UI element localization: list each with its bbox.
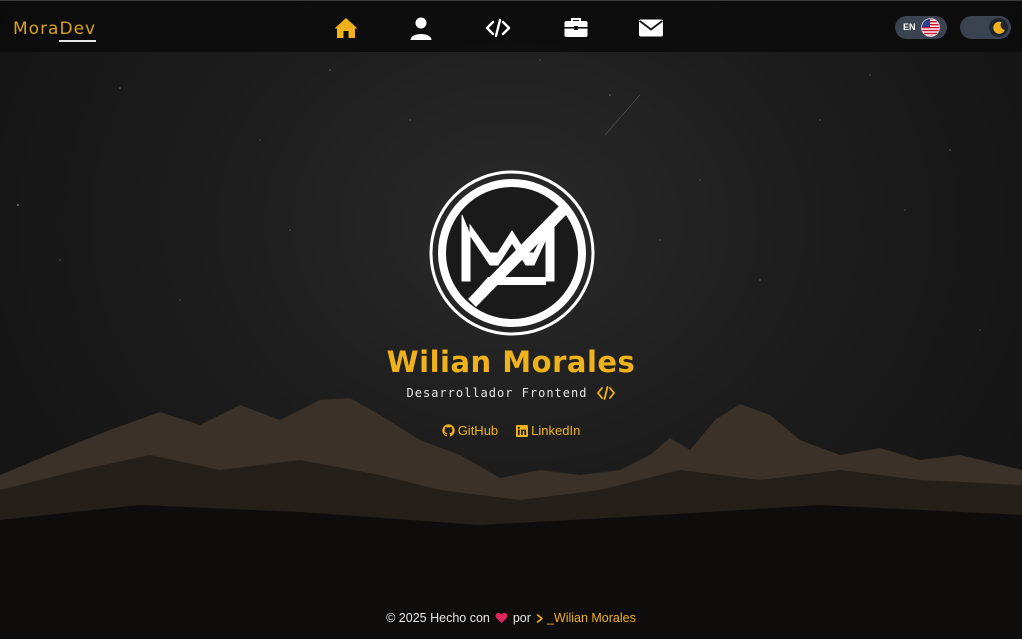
heart-icon xyxy=(495,612,508,624)
footer-prefix: © 2025 Hecho con xyxy=(386,611,490,625)
footer-author: _Wilian Morales xyxy=(546,611,636,625)
brand-part1: Mora xyxy=(13,19,60,39)
github-link[interactable]: GitHub xyxy=(441,423,499,438)
nav-projects[interactable] xyxy=(484,14,512,42)
hero-name: Wilian Morales xyxy=(386,345,636,379)
footer-author-link[interactable]: _Wilian Morales xyxy=(536,611,636,625)
social-links: GitHub LinkedIn xyxy=(0,423,1022,438)
footer-connector: por xyxy=(512,611,531,625)
user-icon xyxy=(410,17,432,40)
linkedin-link[interactable]: LinkedIn xyxy=(516,423,580,438)
code-icon xyxy=(485,18,511,38)
code-icon xyxy=(597,386,616,400)
brand-part2: Dev xyxy=(59,19,97,42)
nav-contact[interactable] xyxy=(637,14,665,42)
nav-home[interactable] xyxy=(332,14,360,42)
home-icon xyxy=(334,18,358,38)
top-navbar: MoraDev EN xyxy=(0,0,1022,52)
github-label: GitHub xyxy=(457,423,499,438)
language-label: EN xyxy=(903,22,916,32)
footer: © 2025 Hecho con por _Wilian Morales xyxy=(0,611,1022,625)
theme-knob xyxy=(989,18,1008,37)
briefcase-icon xyxy=(564,18,588,37)
envelope-icon xyxy=(639,19,663,37)
wm-logo xyxy=(429,170,595,336)
nav-about[interactable] xyxy=(407,14,435,42)
github-icon xyxy=(441,424,455,437)
nav-experience[interactable] xyxy=(562,14,590,42)
theme-toggle[interactable] xyxy=(960,16,1011,39)
linkedin-label: LinkedIn xyxy=(531,423,581,438)
moon-icon xyxy=(992,21,1005,34)
role-text: Desarrollador Frontend xyxy=(406,386,588,400)
linkedin-icon xyxy=(516,424,529,437)
language-toggle[interactable]: EN xyxy=(895,16,947,39)
us-flag-icon xyxy=(921,18,940,37)
hero-role: Desarrollador Frontend xyxy=(0,386,1022,400)
brand-logo[interactable]: MoraDev xyxy=(13,19,97,42)
terminal-icon xyxy=(536,613,543,623)
